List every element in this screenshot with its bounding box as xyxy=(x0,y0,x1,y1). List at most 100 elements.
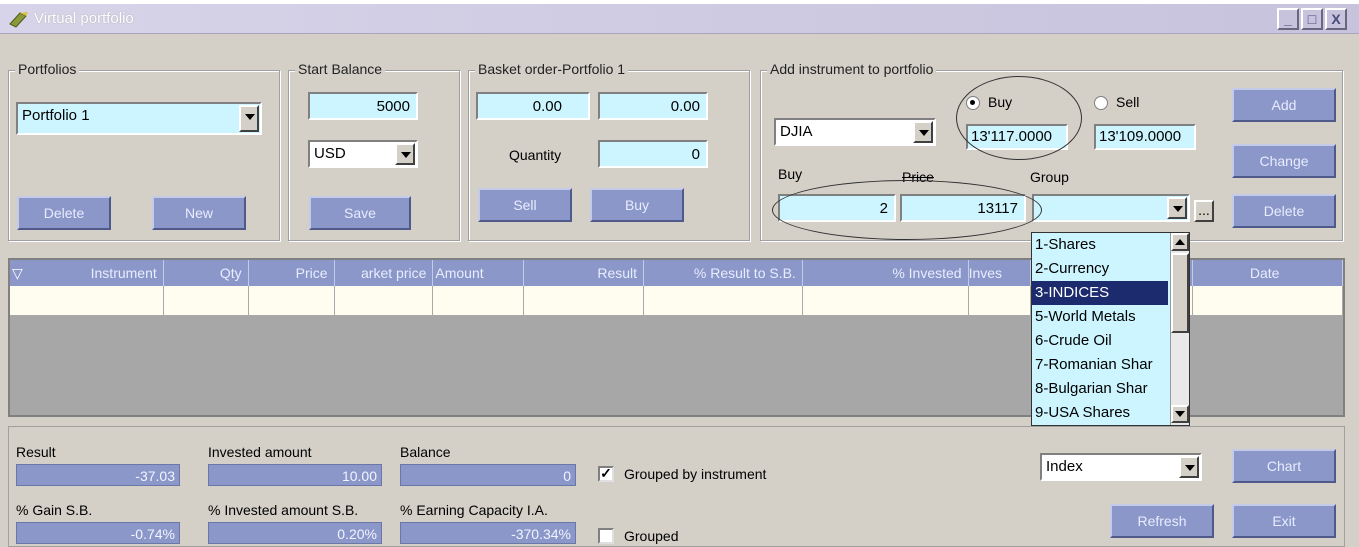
window-title: Virtual portfolio xyxy=(34,10,134,27)
chart-button[interactable]: Chart xyxy=(1232,449,1336,483)
close-button[interactable]: X xyxy=(1325,8,1347,30)
currency-select[interactable]: USD xyxy=(308,140,418,168)
result-label: Result xyxy=(16,444,56,460)
delete-portfolio-button[interactable]: Delete xyxy=(17,196,111,230)
title-bar[interactable]: Virtual portfolio _ □ X xyxy=(0,4,1359,34)
column-header-label: Instrument xyxy=(90,265,157,281)
balance-value: 0 xyxy=(400,464,576,486)
change-button[interactable]: Change xyxy=(1232,144,1336,178)
balance-label: Balance xyxy=(400,444,451,460)
grouped-by-instrument-checkbox[interactable]: ✓ xyxy=(598,466,614,482)
sell-radio[interactable] xyxy=(1094,96,1108,110)
column-header-qty[interactable]: Qty xyxy=(164,260,249,286)
dropdown-option[interactable]: 6-Crude Oil xyxy=(1032,329,1168,353)
invested-amount-value: 10.00 xyxy=(208,464,382,486)
exit-button[interactable]: Exit xyxy=(1232,504,1336,538)
view-select-value: Index xyxy=(1046,458,1083,475)
grouped-by-instrument-label: Grouped by instrument xyxy=(624,466,767,482)
grid-cell[interactable] xyxy=(644,286,803,316)
dropdown-scrollbar[interactable] xyxy=(1170,233,1189,425)
portfolio-select-value: Portfolio 1 xyxy=(22,107,90,124)
column-header-amount[interactable]: Amount xyxy=(433,260,525,286)
grid-cell[interactable] xyxy=(524,286,645,316)
grid-cell[interactable] xyxy=(248,286,335,316)
basket-sell-button[interactable]: Sell xyxy=(478,188,572,222)
column-header-date[interactable]: Date xyxy=(1193,260,1343,286)
grid-cell[interactable] xyxy=(1193,286,1343,316)
grid-cell[interactable] xyxy=(334,286,434,316)
column-header-inves[interactable]: Inves xyxy=(969,260,1032,286)
minimize-button[interactable]: _ xyxy=(1277,8,1299,30)
chevron-down-icon[interactable] xyxy=(239,105,259,132)
grid-cell[interactable] xyxy=(433,286,525,316)
earning-capacity-value: -370.34% xyxy=(400,522,576,544)
highlight-ellipse xyxy=(772,180,1042,240)
basket-buy-button[interactable]: Buy xyxy=(590,188,684,222)
column-header-market-price[interactable]: arket price xyxy=(335,260,434,286)
refresh-button[interactable]: Refresh xyxy=(1110,504,1214,538)
save-button[interactable]: Save xyxy=(309,196,411,230)
gain-sb-label: % Gain S.B. xyxy=(16,502,93,518)
column-header-result[interactable]: Result xyxy=(524,260,645,286)
group-dropdown-list[interactable]: 1-Shares 2-Currency 3-INDICES 5-World Me… xyxy=(1031,232,1190,426)
currency-select-value: USD xyxy=(314,145,346,162)
add-instrument-legend: Add instrument to portfolio xyxy=(767,61,937,77)
chevron-down-icon[interactable] xyxy=(395,143,415,165)
dropdown-option[interactable]: 7-Romanian Shar xyxy=(1032,353,1168,377)
grid-cell[interactable] xyxy=(163,286,249,316)
portfolios-legend: Portfolios xyxy=(15,61,80,77)
column-header-result-sb[interactable]: % Result to S.B. xyxy=(644,260,803,286)
basket-quantity-input[interactable]: 0 xyxy=(598,140,708,168)
dropdown-option[interactable]: 1-Shares xyxy=(1032,233,1168,257)
scroll-thumb[interactable] xyxy=(1171,253,1189,333)
column-header-invested[interactable]: % Invested xyxy=(803,260,969,286)
maximize-button[interactable]: □ xyxy=(1301,8,1323,30)
chevron-down-icon xyxy=(1175,411,1185,417)
instrument-select-value: DJIA xyxy=(780,123,813,140)
basket-value-1[interactable]: 0.00 xyxy=(476,92,590,120)
group-select[interactable] xyxy=(1032,194,1190,222)
grid-cell[interactable] xyxy=(802,286,969,316)
new-portfolio-button[interactable]: New xyxy=(152,196,246,230)
dropdown-option[interactable]: 8-Bulgarian Shar xyxy=(1032,377,1168,401)
highlight-ellipse xyxy=(956,76,1082,160)
gain-sb-value: -0.74% xyxy=(16,522,180,544)
app-icon xyxy=(9,12,28,28)
column-header-price[interactable]: Price xyxy=(249,260,335,286)
grouped-checkbox[interactable] xyxy=(598,528,614,544)
grid-cell[interactable] xyxy=(10,286,164,316)
instrument-select[interactable]: DJIA xyxy=(774,118,936,146)
group-browse-button[interactable]: ... xyxy=(1194,200,1214,222)
dropdown-option-selected[interactable]: 3-INDICES xyxy=(1032,281,1168,305)
add-button[interactable]: Add xyxy=(1232,88,1336,122)
group-label: Group xyxy=(1030,169,1069,185)
buy-quantity-label: Buy xyxy=(778,166,803,182)
app-window: Virtual portfolio _ □ X Portfolios Portf… xyxy=(0,4,1359,547)
column-header-instrument[interactable]: ▽ Instrument xyxy=(10,260,164,286)
chevron-up-icon xyxy=(1175,239,1185,245)
sell-price-display: 13'109.0000 xyxy=(1094,124,1196,150)
invested-amount-label: Invested amount xyxy=(208,444,312,460)
dropdown-option[interactable]: 5-World Metals xyxy=(1032,305,1168,329)
scroll-down-button[interactable] xyxy=(1171,405,1189,423)
delete-instrument-button[interactable]: Delete xyxy=(1232,194,1336,228)
start-balance-legend: Start Balance xyxy=(295,61,386,77)
dropdown-option[interactable]: 9-USA Shares xyxy=(1032,401,1168,425)
chevron-down-icon[interactable] xyxy=(913,121,933,143)
result-value: -37.03 xyxy=(16,464,180,486)
grouped-label: Grouped xyxy=(624,528,679,544)
earning-capacity-label: % Earning Capacity I.A. xyxy=(400,502,548,518)
basket-value-2[interactable]: 0.00 xyxy=(598,92,708,120)
scroll-up-button[interactable] xyxy=(1171,233,1189,251)
start-balance-input[interactable]: 5000 xyxy=(308,92,418,120)
quantity-label: Quantity xyxy=(509,147,562,163)
dropdown-option[interactable]: 2-Currency xyxy=(1032,257,1168,281)
filter-icon[interactable]: ▽ xyxy=(12,260,23,286)
chevron-down-icon[interactable] xyxy=(1179,456,1199,478)
portfolio-select[interactable]: Portfolio 1 xyxy=(16,102,262,135)
invested-sb-value: 0.20% xyxy=(208,522,382,544)
basket-order-legend: Basket order-Portfolio 1 xyxy=(475,61,629,77)
grid-cell[interactable] xyxy=(968,286,1032,316)
view-select[interactable]: Index xyxy=(1040,453,1202,481)
chevron-down-icon[interactable] xyxy=(1167,197,1187,219)
